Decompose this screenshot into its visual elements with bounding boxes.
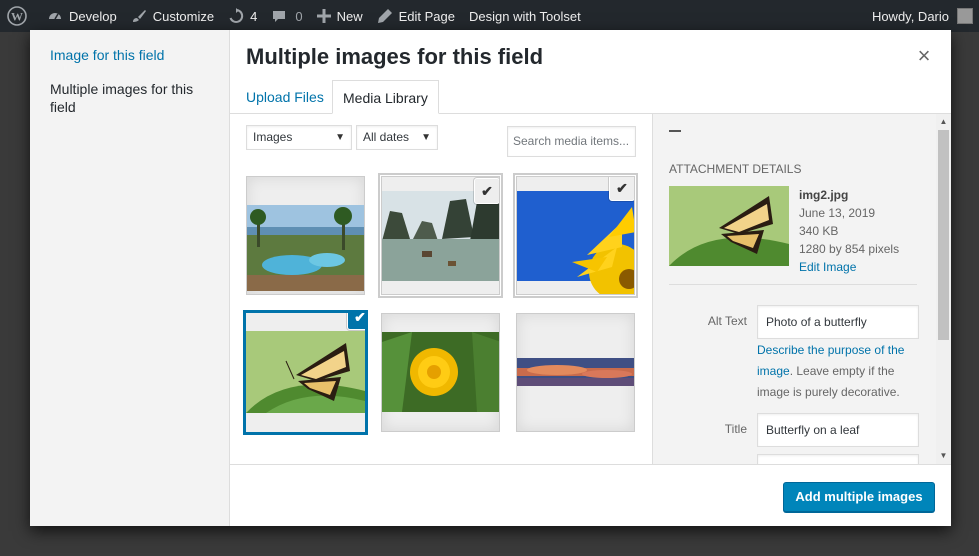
attachment-date: June 13, 2019 xyxy=(799,206,876,220)
alt-text-field[interactable]: Photo of a butterfly xyxy=(757,305,919,339)
media-date-filter[interactable]: All dates ▼ xyxy=(356,125,438,150)
sunset-clouds-image xyxy=(517,358,634,386)
selected-checkmark-icon[interactable]: ✔ xyxy=(475,179,499,203)
close-button[interactable]: × xyxy=(912,44,936,68)
alt-text-label: Alt Text xyxy=(707,314,747,328)
attachment-bay-islands[interactable]: ✔ xyxy=(381,176,500,295)
admin-bar: W Develop Customize 4 0 New Edit Page De… xyxy=(0,0,979,32)
wordpress-logo-icon: W xyxy=(7,6,27,26)
media-modal: Image for this field Multiple images for… xyxy=(30,30,951,526)
media-date-value: All dates xyxy=(363,130,410,144)
pencil-icon xyxy=(377,8,393,24)
media-router: Upload Files Media Library xyxy=(230,78,951,114)
greeting-label: Howdy, Dario xyxy=(871,8,949,24)
media-type-filter[interactable]: Images ▼ xyxy=(246,125,352,150)
attachment-dandelion[interactable] xyxy=(381,313,500,432)
attachment-preview xyxy=(669,186,789,266)
svg-text:W: W xyxy=(11,10,23,24)
customize-label: Customize xyxy=(152,8,215,24)
attachment-resort-pool[interactable] xyxy=(246,176,365,295)
bay-islands-image xyxy=(382,191,499,281)
attachment-filename: img2.jpg xyxy=(799,188,849,202)
alt-text-description: Describe the purpose of the image. Leave… xyxy=(757,340,917,403)
new-label: New xyxy=(336,8,363,24)
comments-link[interactable]: 0 xyxy=(264,0,309,32)
selected-checkmark-icon[interactable]: ✔ xyxy=(348,313,365,329)
tab-upload-files[interactable]: Upload Files xyxy=(236,80,334,114)
site-name-link[interactable]: Develop xyxy=(40,0,124,32)
dashboard-icon xyxy=(47,8,63,24)
attachment-details-sidebar: Attachment Details img2.jpg June 13, 201… xyxy=(652,114,951,464)
search-input[interactable]: Search media items... xyxy=(507,126,636,157)
menu-item-image-for-field[interactable]: Image for this field xyxy=(30,46,229,64)
media-type-value: Images xyxy=(253,130,293,144)
attachment-details-heading: Attachment Details xyxy=(669,162,802,176)
butterfly-leaf-image xyxy=(246,331,365,413)
sidebar-scrollbar[interactable]: ▲ ▼ xyxy=(936,114,951,464)
comment-icon xyxy=(271,8,287,24)
toolset-link[interactable]: Design with Toolset xyxy=(462,0,588,32)
account-menu[interactable]: Howdy, Dario xyxy=(872,8,979,24)
attachment-butterfly-leaf[interactable]: ✔ xyxy=(243,310,368,435)
tab-media-library[interactable]: Media Library xyxy=(332,80,439,114)
frame-title: Multiple images for this field xyxy=(246,44,544,69)
attachments-browser: Images ▼ All dates ▼ Search media items.… xyxy=(230,114,652,464)
attachment-sunflower-sky[interactable]: ✔ xyxy=(516,176,635,295)
edit-page-label: Edit Page xyxy=(398,8,455,24)
avatar xyxy=(957,8,973,24)
attachment-filesize: 340 KB xyxy=(799,224,839,238)
attachment-sunset-clouds[interactable] xyxy=(516,313,635,432)
scroll-up-icon[interactable]: ▲ xyxy=(936,116,951,128)
selected-checkmark-icon[interactable]: ✔ xyxy=(610,177,634,200)
edit-image-link[interactable]: Edit Image xyxy=(799,260,856,274)
collapse-icon[interactable] xyxy=(669,130,681,132)
site-name-label: Develop xyxy=(69,8,117,24)
scrollbar-thumb[interactable] xyxy=(938,130,949,340)
attachment-dimensions: 1280 by 854 pixels xyxy=(799,242,900,256)
updates-link[interactable]: 4 xyxy=(221,0,264,32)
title-field[interactable]: Butterfly on a leaf xyxy=(757,413,919,447)
caption-field[interactable] xyxy=(757,454,919,464)
resort-pool-image xyxy=(247,205,364,291)
media-frame-menu: Image for this field Multiple images for… xyxy=(30,30,230,526)
toolset-label: Design with Toolset xyxy=(468,8,581,24)
updates-count: 4 xyxy=(250,8,258,24)
divider xyxy=(669,284,917,285)
dandelion-image xyxy=(382,332,499,412)
add-multiple-images-button[interactable]: Add multiple images xyxy=(783,482,935,512)
new-content-link[interactable]: New xyxy=(310,0,370,32)
customize-link[interactable]: Customize xyxy=(124,0,221,32)
updates-icon xyxy=(228,8,244,24)
wordpress-logo-button[interactable]: W xyxy=(0,0,40,32)
attachment-info: img2.jpg June 13, 2019 340 KB 1280 by 85… xyxy=(799,186,899,276)
edit-page-link[interactable]: Edit Page xyxy=(370,0,462,32)
media-frame-content: Images ▼ All dates ▼ Search media items.… xyxy=(230,114,951,464)
plus-icon xyxy=(316,9,331,23)
brush-icon xyxy=(131,8,147,24)
media-frame-toolbar: Add multiple images xyxy=(230,464,951,526)
menu-item-multiple-images[interactable]: Multiple images for this field xyxy=(30,80,229,116)
chevron-down-icon: ▼ xyxy=(421,132,431,143)
chevron-down-icon: ▼ xyxy=(335,132,345,143)
scroll-down-icon[interactable]: ▼ xyxy=(936,450,951,462)
title-label: Title xyxy=(724,422,747,436)
comments-count: 0 xyxy=(295,8,303,24)
